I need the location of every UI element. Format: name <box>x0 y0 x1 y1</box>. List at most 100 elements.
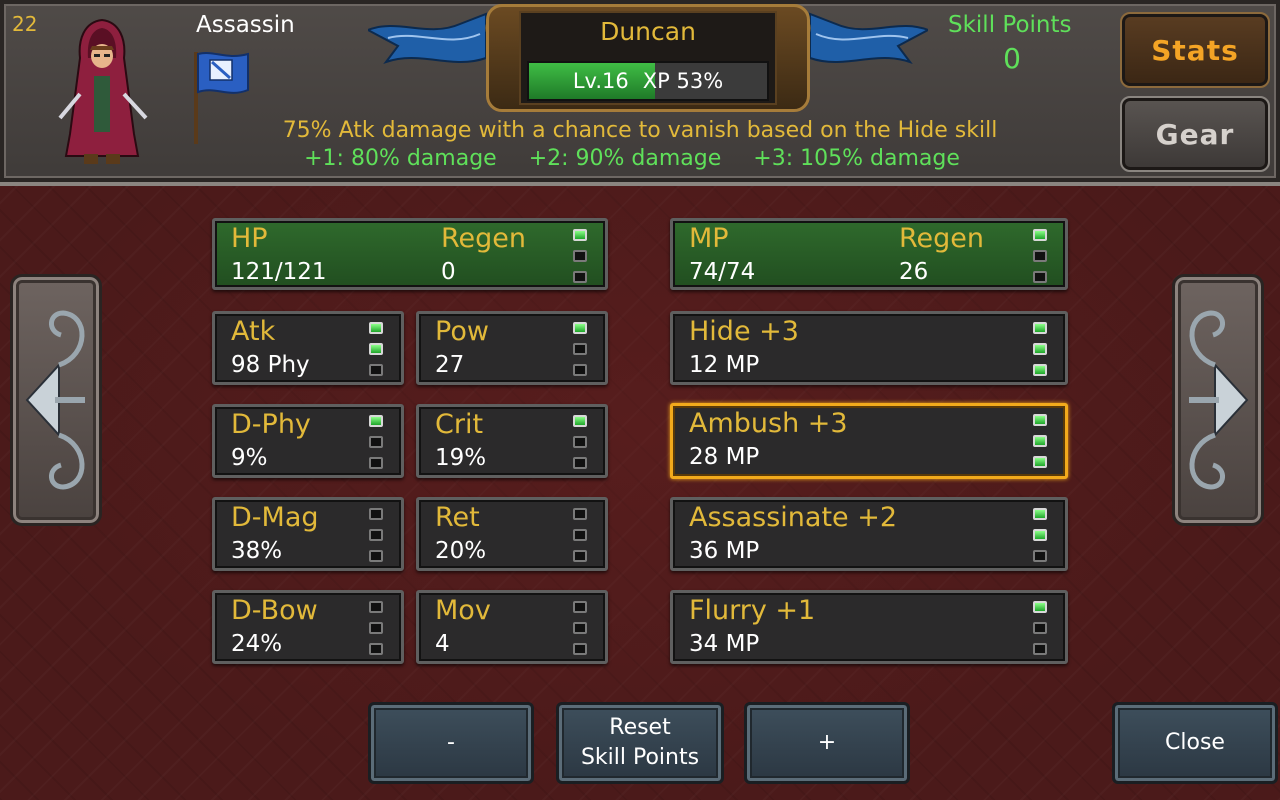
skill-flurry-cost: 34 MP <box>689 631 760 657</box>
upgrade-pip-empty <box>573 529 587 541</box>
xp-progress-text: Lv.16 XP 53% <box>529 63 767 99</box>
upgrade-pip-filled <box>369 343 383 355</box>
skill-ambush-pips <box>1033 414 1051 477</box>
hp-stat-box[interactable]: HP 121/121 Regen 0 <box>212 218 608 290</box>
mp-pips <box>1033 229 1051 292</box>
upgrade-pip-filled <box>1033 364 1047 376</box>
mov-pips <box>573 601 591 664</box>
reset-label-line1: Reset <box>609 715 671 740</box>
skill-assassinate-cost: 36 MP <box>689 538 760 564</box>
pow-stat-box[interactable]: Pow 27 <box>416 311 608 385</box>
skill-points-value: 0 <box>1003 42 1021 75</box>
skill-upgrade-3: +3: 105% damage <box>753 146 960 171</box>
dmag-stat-box[interactable]: D-Mag 38% <box>212 497 404 571</box>
character-level: Lv.16 <box>572 69 629 93</box>
mp-label: MP <box>689 223 729 254</box>
upgrade-pip-empty <box>573 457 587 469</box>
upgrade-pip-empty <box>573 643 587 655</box>
hero-level-number: 22 <box>12 12 38 36</box>
dbow-pips <box>369 601 387 664</box>
atk-label: Atk <box>231 316 276 347</box>
dphy-stat-box[interactable]: D-Phy 9% <box>212 404 404 478</box>
upgrade-pip-empty <box>573 343 587 355</box>
skill-assassinate-box[interactable]: Assassinate +2 36 MP <box>670 497 1068 571</box>
upgrade-pip-filled <box>369 322 383 334</box>
atk-pips <box>369 322 387 385</box>
upgrade-pip-filled <box>1033 322 1047 334</box>
close-button[interactable]: Close <box>1112 702 1278 784</box>
hp-label: HP <box>231 223 268 254</box>
upgrade-pip-empty <box>1033 622 1047 634</box>
upgrade-pip-empty <box>1033 643 1047 655</box>
skill-hide-box[interactable]: Hide +3 12 MP <box>670 311 1068 385</box>
character-name: Duncan <box>600 17 696 46</box>
hp-pips <box>573 229 591 292</box>
crit-stat-box[interactable]: Crit 19% <box>416 404 608 478</box>
next-character-button[interactable] <box>1172 274 1264 526</box>
upgrade-pip-empty <box>1033 271 1047 283</box>
atk-stat-box[interactable]: Atk 98 Phy <box>212 311 404 385</box>
right-arrow-icon <box>1189 310 1249 490</box>
upgrade-pip-empty <box>369 508 383 520</box>
crit-value: 19% <box>435 445 487 471</box>
increase-button[interactable]: + <box>744 702 910 784</box>
reset-label-line2: Skill Points <box>580 745 700 770</box>
class-name: Assassin <box>196 12 295 38</box>
skill-flurry-label: Flurry +1 <box>689 595 816 626</box>
upgrade-pip-empty <box>369 550 383 562</box>
upgrade-pip-empty <box>369 622 383 634</box>
crit-pips <box>573 415 591 478</box>
mp-value: 74/74 <box>689 259 756 285</box>
skill-ambush-box[interactable]: Ambush +3 28 MP <box>670 403 1068 479</box>
character-header: 22 Assassin Duncan Lv.16 XP 53% Skill Po… <box>0 0 1280 186</box>
hp-regen-value: 0 <box>441 259 456 285</box>
pow-pips <box>573 322 591 385</box>
pow-value: 27 <box>435 352 465 378</box>
mp-regen-label: Regen <box>899 223 985 254</box>
mov-label: Mov <box>435 595 491 626</box>
character-nameplate: Duncan Lv.16 XP 53% <box>486 4 810 112</box>
skill-points-label: Skill Points <box>948 12 1072 38</box>
xp-progress-bar: Lv.16 XP 53% <box>527 61 769 101</box>
hp-value: 121/121 <box>231 259 327 285</box>
upgrade-pip-filled <box>1033 456 1047 468</box>
crit-label: Crit <box>435 409 484 440</box>
pow-label: Pow <box>435 316 489 347</box>
upgrade-pip-empty <box>1033 250 1047 262</box>
atk-value: 98 Phy <box>231 352 310 378</box>
upgrade-pip-filled <box>573 415 587 427</box>
upgrade-pip-empty <box>573 601 587 613</box>
upgrade-pip-filled <box>1033 343 1047 355</box>
skill-flurry-box[interactable]: Flurry +1 34 MP <box>670 590 1068 664</box>
skill-hide-pips <box>1033 322 1051 385</box>
dbow-stat-box[interactable]: D-Bow 24% <box>212 590 404 664</box>
mp-stat-box[interactable]: MP 74/74 Regen 26 <box>670 218 1068 290</box>
skill-assassinate-label: Assassinate +2 <box>689 502 898 533</box>
upgrade-pip-empty <box>573 271 587 283</box>
upgrade-pip-empty <box>369 601 383 613</box>
previous-character-button[interactable] <box>10 274 102 526</box>
upgrade-pip-filled <box>1033 414 1047 426</box>
ret-label: Ret <box>435 502 480 533</box>
hp-regen-label: Regen <box>441 223 527 254</box>
upgrade-pip-empty <box>573 364 587 376</box>
left-arrow-icon <box>25 310 85 490</box>
upgrade-pip-empty <box>573 550 587 562</box>
skill-upgrade-list: +1: 80% damage +2: 90% damage +3: 105% d… <box>0 146 1280 171</box>
upgrade-pip-empty <box>369 364 383 376</box>
reset-skill-points-button[interactable]: Reset Skill Points <box>556 702 724 784</box>
skill-upgrade-1: +1: 80% damage <box>304 146 497 171</box>
decrease-button[interactable]: - <box>368 702 534 784</box>
ret-stat-box[interactable]: Ret 20% <box>416 497 608 571</box>
xp-percent: XP 53% <box>642 69 724 93</box>
mov-stat-box[interactable]: Mov 4 <box>416 590 608 664</box>
tab-stats[interactable]: Stats <box>1120 12 1270 88</box>
upgrade-pip-empty <box>1033 550 1047 562</box>
upgrade-pip-filled <box>573 322 587 334</box>
nameplate-panel: Duncan Lv.16 XP 53% <box>519 11 777 105</box>
mp-regen-value: 26 <box>899 259 929 285</box>
dbow-label: D-Bow <box>231 595 318 626</box>
ret-value: 20% <box>435 538 487 564</box>
upgrade-pip-filled <box>1033 435 1047 447</box>
dbow-value: 24% <box>231 631 283 657</box>
